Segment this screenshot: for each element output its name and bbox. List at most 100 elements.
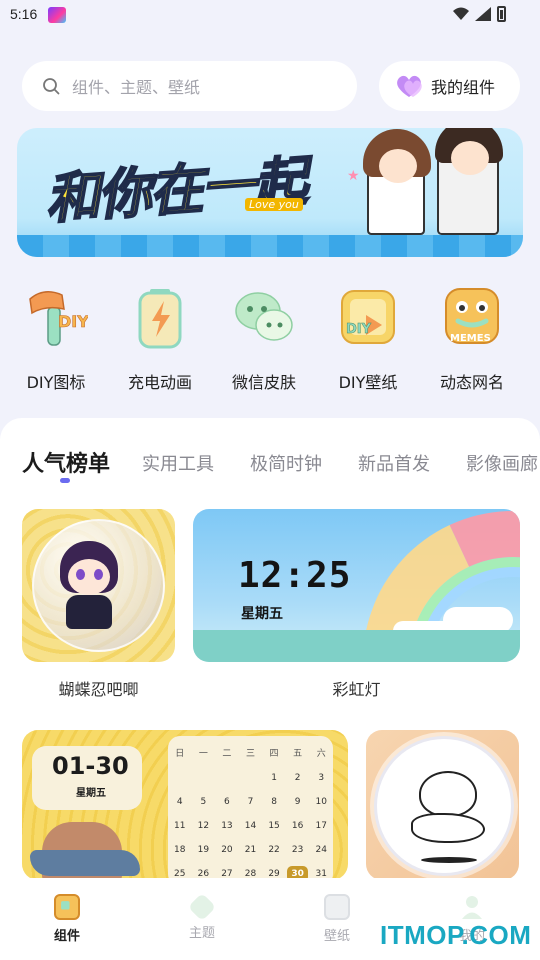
calendar-day: 14 bbox=[244, 821, 257, 831]
widget-card-butterfly[interactable] bbox=[22, 509, 175, 662]
battery-charge-icon bbox=[128, 285, 192, 349]
calendar-day: 23 bbox=[291, 845, 304, 855]
widget-card-rainbow[interactable]: 12:25 星期五 bbox=[193, 509, 520, 662]
themes-icon bbox=[187, 892, 217, 922]
category-label: 动态网名 bbox=[439, 373, 504, 392]
card-label: 蝴蝶忍吧唧 bbox=[58, 680, 139, 699]
calendar-weekday-header: 四 bbox=[269, 749, 279, 759]
calendar-grid: 日一二三四五六 1 2 3 4 5 6 7 8 9 10 11 12 13 14 15 16 17 18 19 20 21… bbox=[168, 746, 333, 880]
calendar-day: 15 bbox=[268, 821, 280, 831]
nav-label: 组件 bbox=[53, 929, 80, 944]
clock-weekday: 星期五 bbox=[241, 606, 283, 622]
content-panel: 人气榜单 实用工具 极简时钟 新品首发 影像画廊 蝴蝶忍吧唧 12:25 星期五… bbox=[0, 418, 540, 888]
profile-icon bbox=[459, 894, 485, 920]
category-label: 充电动画 bbox=[127, 373, 192, 392]
cat-illustration bbox=[419, 771, 477, 817]
promo-banner[interactable]: ★ ★ 和你在一起 Love you bbox=[17, 128, 523, 257]
category-label: 微信皮肤 bbox=[231, 373, 296, 392]
notification-app-icon bbox=[48, 7, 66, 23]
calendar-day: 3 bbox=[318, 773, 325, 783]
category-wechat-skin[interactable]: 微信皮肤 bbox=[212, 285, 316, 393]
calendar-weekday-header: 六 bbox=[316, 749, 326, 759]
nav-wallpapers[interactable]: 壁纸 bbox=[297, 894, 377, 944]
boy-illustration bbox=[435, 128, 503, 235]
clock-time: 12:25 bbox=[238, 555, 352, 596]
category-label: DIY图标 bbox=[26, 373, 86, 392]
diy-wallpaper-icon: DIY bbox=[336, 285, 400, 349]
badge-bubble bbox=[374, 736, 514, 876]
nav-themes[interactable]: 主题 bbox=[162, 892, 242, 941]
heart-icon bbox=[397, 75, 422, 97]
category-diy-icon[interactable]: DIY DIY图标 bbox=[4, 285, 108, 393]
calendar-day: 2 bbox=[294, 773, 301, 783]
calendar-weekday-header: 三 bbox=[245, 749, 255, 759]
calendar-day: 10 bbox=[315, 797, 327, 807]
tab-utilities[interactable]: 实用工具 bbox=[142, 450, 214, 476]
calendar-day bbox=[192, 770, 216, 786]
calendar-day: 24 bbox=[315, 845, 327, 855]
calendar-day: 17 bbox=[315, 821, 327, 831]
battery-icon bbox=[497, 6, 506, 22]
calendar-weekday: 星期五 bbox=[76, 788, 106, 799]
star-icon: ★ bbox=[347, 168, 360, 184]
calendar-date: 01-30 bbox=[52, 752, 129, 780]
calendar-day: 18 bbox=[174, 845, 186, 855]
status-time: 5:16 bbox=[10, 6, 38, 22]
category-row: DIY DIY图标 充电动画 微信皮肤 DIY DIY壁纸 MEMES 动态网名 bbox=[0, 285, 540, 400]
nav-label: 主题 bbox=[188, 926, 215, 941]
svg-text:DIY: DIY bbox=[58, 312, 88, 331]
tab-new-releases[interactable]: 新品首发 bbox=[358, 450, 430, 476]
calendar-weekday-header: 五 bbox=[293, 749, 303, 759]
widget-card-calendar[interactable]: 01-30 星期五 日一二三四五六 1 2 3 4 5 6 7 8 9 10 11 12 13 14 15 16… bbox=[22, 730, 348, 880]
category-dynamic-nickname[interactable]: MEMES 动态网名 bbox=[420, 285, 524, 393]
calendar-day: 4 bbox=[176, 797, 183, 807]
calendar-day: 6 bbox=[224, 797, 230, 807]
calendar-day: 9 bbox=[294, 797, 301, 807]
search-placeholder: 组件、主题、壁纸 bbox=[72, 78, 201, 97]
calendar-day: 11 bbox=[174, 821, 186, 831]
banner-title: 和你在一起 bbox=[42, 149, 308, 232]
calendar-weekday-header: 一 bbox=[198, 749, 208, 759]
category-diy-wallpaper[interactable]: DIY DIY壁纸 bbox=[316, 285, 420, 393]
my-widgets-button[interactable]: 我的组件 bbox=[379, 61, 520, 111]
watermark: ITMOP.COM bbox=[380, 920, 532, 950]
wifi-icon bbox=[453, 7, 469, 20]
tab-indicator bbox=[60, 478, 70, 483]
sea-graphic bbox=[193, 630, 520, 662]
calendar-day: 12 bbox=[197, 821, 210, 831]
fish-illustration bbox=[30, 850, 140, 876]
calendar-weekday-header: 二 bbox=[222, 749, 232, 759]
category-label: DIY壁纸 bbox=[338, 373, 398, 392]
wallpaper-icon bbox=[324, 894, 350, 920]
tab-gallery[interactable]: 影像画廊 bbox=[466, 450, 538, 476]
nav-label: 壁纸 bbox=[323, 929, 350, 944]
search-icon bbox=[43, 78, 60, 95]
memes-icon: MEMES bbox=[440, 285, 504, 349]
calendar-day: 22 bbox=[268, 845, 280, 855]
svg-text:DIY: DIY bbox=[346, 322, 372, 337]
calendar-day bbox=[168, 770, 192, 786]
search-input[interactable]: 组件、主题、壁纸 bbox=[22, 61, 357, 111]
nav-widgets[interactable]: 组件 bbox=[27, 894, 107, 944]
status-icons bbox=[453, 6, 506, 22]
tab-bar: 人气榜单 实用工具 极简时钟 新品首发 影像画廊 bbox=[0, 444, 540, 484]
widget-card-cat[interactable] bbox=[366, 730, 519, 880]
widgets-icon bbox=[54, 894, 80, 920]
signal-icon bbox=[475, 7, 491, 21]
status-bar: 5:16 bbox=[0, 0, 540, 32]
tab-minimal-clock[interactable]: 极简时钟 bbox=[250, 450, 322, 476]
calendar-day bbox=[239, 770, 263, 786]
calendar-day: 20 bbox=[221, 845, 233, 855]
calendar-weekday-header: 日 bbox=[175, 749, 185, 759]
calendar-day: 16 bbox=[291, 821, 304, 831]
diy-hammer-icon: DIY bbox=[24, 285, 90, 349]
svg-text:MEMES: MEMES bbox=[450, 333, 491, 344]
calendar-day: 13 bbox=[221, 821, 233, 831]
calendar-day: 19 bbox=[197, 845, 210, 855]
tab-popular[interactable]: 人气榜单 bbox=[22, 446, 110, 478]
calendar-day bbox=[215, 770, 239, 786]
category-charging-animation[interactable]: 充电动画 bbox=[108, 285, 212, 393]
calendar-day: 21 bbox=[244, 845, 257, 855]
girl-illustration bbox=[363, 129, 431, 235]
my-widgets-label: 我的组件 bbox=[431, 78, 496, 97]
